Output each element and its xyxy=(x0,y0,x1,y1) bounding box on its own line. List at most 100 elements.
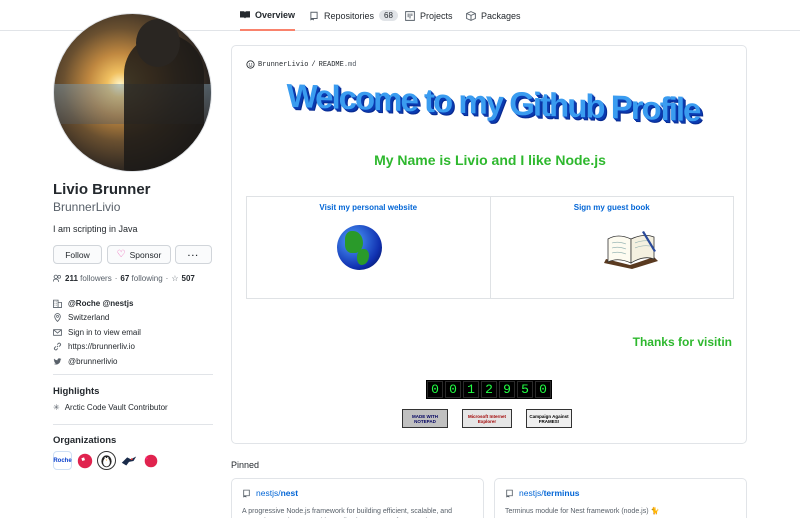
readme-path-user[interactable]: BrunnerLivio xyxy=(258,61,308,69)
project-icon xyxy=(405,10,415,21)
highlight-item[interactable]: ✳ Arctic Code Vault Contributor xyxy=(53,403,168,412)
open-book-icon[interactable] xyxy=(603,229,660,269)
smiley-icon xyxy=(246,60,255,69)
tab-projects[interactable]: Projects xyxy=(405,0,453,31)
org-avatar-penguin[interactable] xyxy=(97,451,116,470)
repo-icon xyxy=(243,489,250,498)
guestbook-cell: Sign my guest book xyxy=(491,197,734,298)
badge-internet-explorer[interactable]: Microsoft Internet Explorer xyxy=(462,409,512,428)
org-avatar-nestjs-alt[interactable] xyxy=(141,451,160,470)
following-link[interactable]: 67 following xyxy=(120,274,162,283)
repo-icon xyxy=(310,11,318,21)
heart-icon: ♡ xyxy=(116,249,126,260)
profile-bio: I am scripting in Java xyxy=(53,224,138,234)
counter-digit: 5 xyxy=(517,381,533,398)
sponsor-button[interactable]: ♡ Sponsor xyxy=(107,245,171,264)
readme-path-sep: / xyxy=(311,60,316,69)
separator: · xyxy=(165,274,169,283)
counter-digit: 1 xyxy=(463,381,479,398)
tab-packages[interactable]: Packages xyxy=(466,0,521,31)
package-icon xyxy=(466,10,476,21)
pinned-card-nest: nestjs/nest A progressive Node.js framew… xyxy=(231,478,484,518)
detail-text: Switzerland xyxy=(68,313,110,323)
followers-link[interactable]: 211 followers xyxy=(65,274,112,283)
link-icon xyxy=(53,342,62,351)
more-label: ··· xyxy=(187,249,200,260)
badge-notepad[interactable]: MADE WITH NOTEPAD xyxy=(402,409,448,428)
cat-logo-icon xyxy=(144,454,157,467)
book-icon xyxy=(240,10,250,19)
pinned-repo-link[interactable]: nestjs/terminus xyxy=(505,488,736,498)
organization-icon xyxy=(53,299,62,308)
readme-link-table: Visit my personal website Sign my guest … xyxy=(246,196,734,299)
avatar[interactable] xyxy=(53,13,212,172)
divider xyxy=(53,424,213,425)
profile-readme: BrunnerLivio / README .md Welcome to my G… xyxy=(231,45,747,444)
snowflake-icon: ✳ xyxy=(53,403,60,412)
readme-path-ext: .md xyxy=(343,60,357,69)
separator: · xyxy=(114,274,118,283)
tab-label: Repositories xyxy=(324,10,375,21)
retro-badges: MADE WITH NOTEPAD Microsoft Internet Exp… xyxy=(402,409,572,428)
follow-stats: 211 followers · 67 following · ☆ 507 xyxy=(53,274,195,283)
penguin-icon xyxy=(101,455,112,468)
tab-label: Projects xyxy=(420,10,453,21)
followers-label: followers xyxy=(80,274,112,283)
organizations-title: Organizations xyxy=(53,435,117,446)
globe-icon[interactable] xyxy=(337,225,382,270)
following-count: 67 xyxy=(120,274,130,283)
mail-icon xyxy=(53,329,62,336)
detail-organization: @Roche @nestjs xyxy=(53,296,213,311)
follow-label: Follow xyxy=(65,249,90,260)
detail-email: Sign in to view email xyxy=(53,325,213,340)
more-options-button[interactable]: ··· xyxy=(175,245,212,264)
readme-path-file[interactable]: README xyxy=(319,61,344,69)
counter-digit: 0 xyxy=(445,381,461,398)
website-link[interactable]: Visit my personal website xyxy=(247,203,490,212)
website-cell: Visit my personal website xyxy=(247,197,491,298)
follow-button[interactable]: Follow xyxy=(53,245,102,264)
profile-fullname: Livio Brunner xyxy=(53,181,151,198)
org-avatar-roche[interactable]: Roche xyxy=(53,451,72,470)
highlights-title: Highlights xyxy=(53,386,100,397)
tab-overview[interactable]: Overview xyxy=(240,0,296,31)
cat-logo-icon xyxy=(77,453,92,468)
pinned-description: A progressive Node.js framework for buil… xyxy=(242,508,452,515)
location-icon xyxy=(54,313,61,323)
pinned-repo: nest xyxy=(280,488,299,498)
profile-username: BrunnerLivio xyxy=(53,200,121,214)
detail-text[interactable]: https://brunnerliv.io xyxy=(68,342,135,351)
tab-repositories[interactable]: Repositories 68 xyxy=(309,0,398,31)
detail-text[interactable]: Sign in to view email xyxy=(68,328,141,337)
pinned-description: Terminus module for Nest framework (node… xyxy=(505,508,660,515)
organizations-list: Roche xyxy=(53,451,160,470)
sponsor-label: Sponsor xyxy=(129,249,162,260)
stars-count[interactable]: 507 xyxy=(182,274,195,283)
org-avatar-bird[interactable] xyxy=(119,451,138,470)
welcome-banner: Welcome to my Github Profile xyxy=(286,76,700,129)
counter-digit: 2 xyxy=(481,381,497,398)
readme-tagline: My Name is Livio and I like Node.js xyxy=(374,152,606,168)
pinned-repo-link[interactable]: nestjs/nest xyxy=(242,488,473,498)
pinned-owner: nestjs xyxy=(256,488,279,498)
star-icon: ☆ xyxy=(171,274,179,283)
detail-text[interactable]: @Roche @nestjs xyxy=(68,299,133,308)
detail-text[interactable]: @brunnerlivio xyxy=(68,357,117,366)
people-icon xyxy=(53,274,61,282)
repo-count-badge: 68 xyxy=(379,10,398,21)
highlight-label: Arctic Code Vault Contributor xyxy=(64,403,168,412)
counter-digit: 0 xyxy=(427,381,443,398)
org-avatar-nestjs[interactable] xyxy=(75,451,94,470)
bird-icon xyxy=(121,456,136,465)
tab-label: Packages xyxy=(481,10,521,21)
twitter-icon xyxy=(53,358,62,365)
detail-twitter: @brunnerlivio xyxy=(53,354,213,369)
guestbook-link[interactable]: Sign my guest book xyxy=(491,203,734,212)
badge-no-frames[interactable]: Campaign Against FRAMES! xyxy=(526,409,572,428)
pinned-title: Pinned xyxy=(231,460,260,470)
counter-digit: 0 xyxy=(535,381,551,398)
pinned-repo: terminus xyxy=(543,488,580,498)
pinned-card-terminus: nestjs/terminus Terminus module for Nest… xyxy=(494,478,747,518)
followers-count: 211 xyxy=(65,274,78,283)
profile-details: @Roche @nestjs Switzerland Sign in to vi… xyxy=(53,296,213,369)
